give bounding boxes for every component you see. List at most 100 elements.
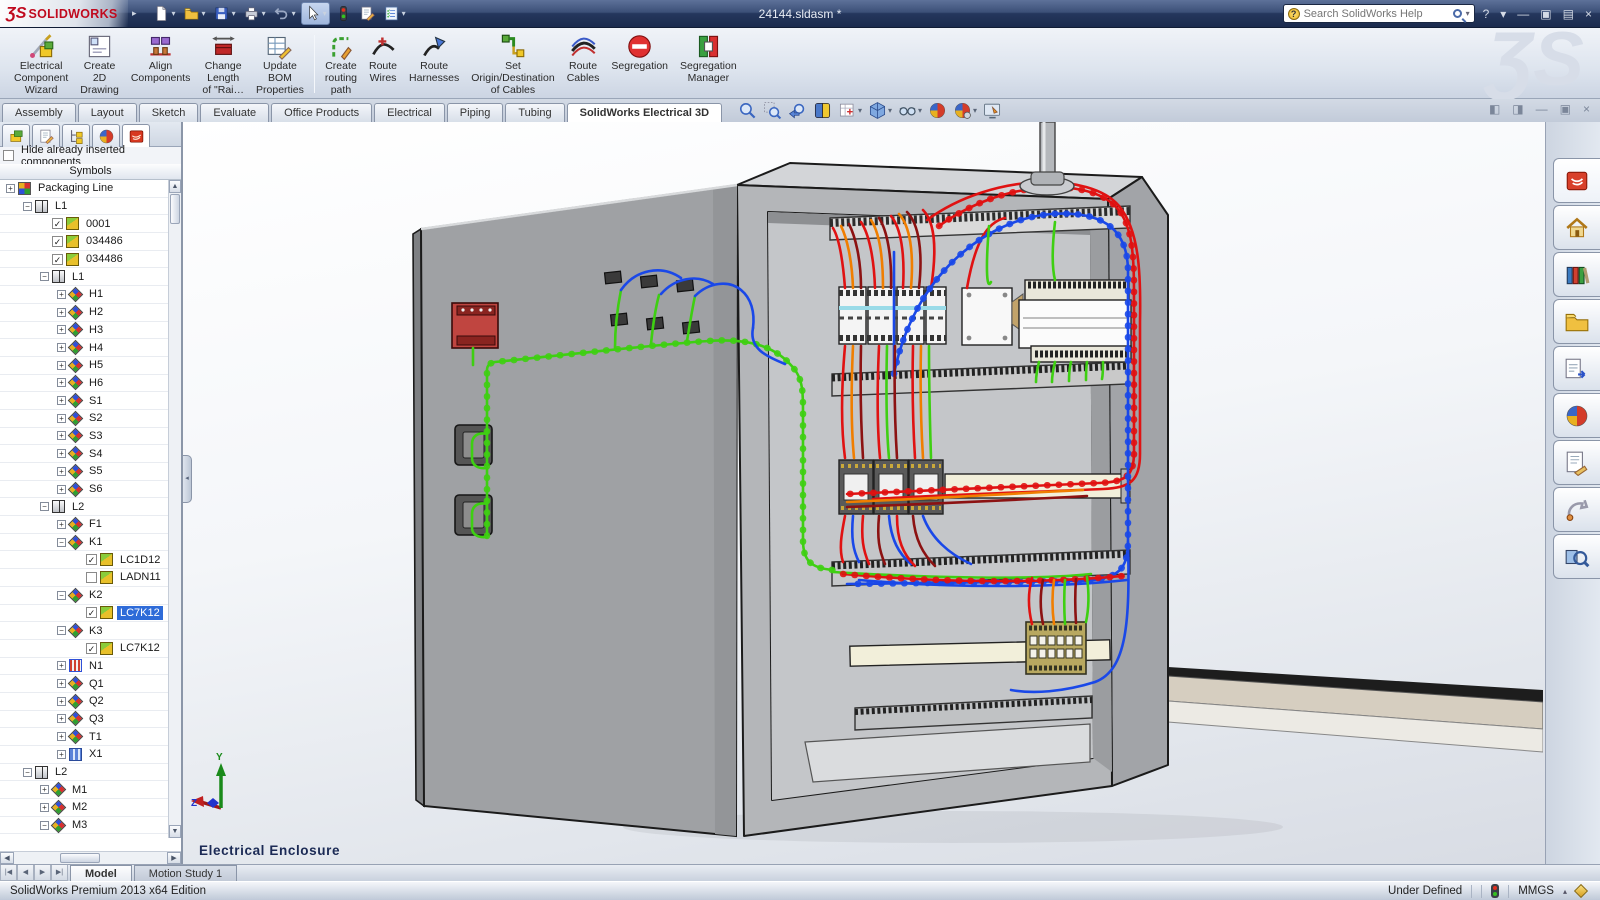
tree-label[interactable]: H5 [86, 358, 106, 372]
panel-splitter-handle[interactable]: ◂ [183, 455, 192, 503]
task-list-caret-icon[interactable]: ▾ [402, 9, 406, 18]
collapse-icon[interactable]: − [40, 502, 49, 511]
tree-checkbox[interactable]: ✓ [52, 254, 63, 265]
tree-item-lc7k12[interactable]: ✓LC7K12 [0, 605, 168, 623]
tree-item-0001[interactable]: ✓ 0001 [0, 215, 168, 233]
task-list-button[interactable]: ▾ [381, 3, 408, 24]
tree-label[interactable]: LC7K12 [117, 606, 163, 620]
tree-label[interactable]: N1 [86, 659, 106, 673]
tree-label[interactable]: M2 [69, 800, 90, 814]
tree-item-h6[interactable]: +H6 [0, 375, 168, 393]
tree-item-h5[interactable]: +H5 [0, 357, 168, 375]
tree-label[interactable]: K3 [86, 624, 105, 638]
expand-icon[interactable]: + [57, 325, 66, 334]
terminal-block[interactable] [1026, 622, 1086, 674]
tree-item-h2[interactable]: +H2 [0, 304, 168, 322]
expand-icon[interactable]: + [6, 184, 15, 193]
tree-label[interactable]: L1 [69, 270, 87, 284]
tree-label[interactable]: S5 [86, 464, 105, 478]
view-settings-caret-icon[interactable]: ▾ [973, 106, 977, 115]
taskpane-tab-electrical-manager[interactable] [1553, 487, 1600, 532]
zoom-to-fit-button[interactable] [737, 100, 758, 121]
tab-model[interactable]: Model [70, 865, 132, 881]
tree-item-l2[interactable]: −L2 [0, 498, 168, 516]
save-button[interactable]: ▾ [211, 3, 238, 24]
units-label[interactable]: MMGS [1518, 885, 1554, 897]
expand-icon[interactable]: + [57, 449, 66, 458]
undo-caret-icon[interactable]: ▾ [292, 9, 296, 18]
tree-label[interactable]: S3 [86, 429, 105, 443]
tree-checkbox[interactable]: ✓ [86, 554, 97, 565]
tree-checkbox[interactable]: ✓ [52, 218, 63, 229]
collapse-icon[interactable]: − [40, 272, 49, 281]
select-button[interactable]: ▾ [301, 2, 330, 25]
tree-item-packaging-line[interactable]: + Packaging Line [0, 180, 168, 198]
tree-item-l1[interactable]: − L1 [0, 268, 168, 286]
view-settings-button[interactable]: ▾ [952, 100, 978, 121]
pane-left-button[interactable]: ◧ [1489, 102, 1500, 116]
tree-label[interactable]: S2 [86, 411, 105, 425]
minimize-button[interactable]: — [1517, 7, 1529, 21]
tab-office-products[interactable]: Office Products [271, 103, 372, 122]
expand-icon[interactable]: + [40, 785, 49, 794]
new-document-button[interactable]: ▾ [151, 3, 178, 24]
update-bom-button[interactable]: Update BOM Properties [250, 30, 310, 98]
tree-label[interactable]: L2 [52, 765, 70, 779]
expand-icon[interactable]: + [57, 343, 66, 352]
close-button[interactable]: × [1585, 7, 1592, 21]
taskpane-tab-view-palette[interactable] [1553, 346, 1600, 391]
tree-label[interactable]: T1 [86, 730, 105, 744]
collapse-icon[interactable]: − [23, 768, 32, 777]
tree-item-s6[interactable]: +S6 [0, 481, 168, 499]
tree-label[interactable]: L1 [52, 199, 70, 213]
tree-item-034486[interactable]: ✓ 034486 [0, 251, 168, 269]
view-orientation-caret-icon[interactable]: ▾ [858, 106, 862, 115]
taskpane-tab-file-explorer[interactable] [1553, 299, 1600, 344]
electrical-component-wizard-button[interactable]: Electrical Component Wizard [8, 30, 74, 98]
tree-item-q3[interactable]: +Q3 [0, 711, 168, 729]
tree-item-k3[interactable]: −K3 [0, 622, 168, 640]
tab-nav-button-3[interactable]: ▶| [51, 865, 68, 881]
tree-horizontal-scrollbar[interactable]: ◀ ▶ [0, 851, 181, 864]
tab-motion-study-1[interactable]: Motion Study 1 [134, 865, 237, 881]
tree-label[interactable]: LC7K12 [117, 641, 163, 655]
circuit-breakers[interactable] [839, 287, 946, 344]
expand-icon[interactable]: + [57, 467, 66, 476]
display-style-button[interactable]: ▾ [867, 100, 893, 121]
3d-scene[interactable]: Y Z [183, 122, 1543, 864]
tree-item-f1[interactable]: +F1 [0, 516, 168, 534]
search-icon[interactable] [1453, 9, 1462, 18]
tree-label[interactable]: Packaging Line [35, 181, 116, 195]
tab-electrical[interactable]: Electrical [374, 103, 445, 122]
save-caret-icon[interactable]: ▾ [232, 9, 236, 18]
pane-right-button[interactable]: ◨ [1512, 102, 1523, 116]
undo-button[interactable]: ▾ [271, 3, 298, 24]
display-style-caret-icon[interactable]: ▾ [888, 106, 892, 115]
scroll-right-icon[interactable]: ▶ [167, 852, 181, 864]
tab-evaluate[interactable]: Evaluate [200, 103, 269, 122]
print-caret-icon[interactable]: ▾ [262, 9, 266, 18]
tree-label[interactable]: 034486 [83, 252, 126, 266]
tree-label[interactable]: 0001 [83, 217, 113, 231]
tree-item-q2[interactable]: +Q2 [0, 693, 168, 711]
tree-item-s4[interactable]: +S4 [0, 445, 168, 463]
expand-icon[interactable]: + [57, 697, 66, 706]
section-view-button[interactable] [812, 100, 833, 121]
help-caret-button[interactable]: ▾ [1500, 7, 1506, 21]
tree-item-034486[interactable]: ✓034486 [0, 233, 168, 251]
tab-layout[interactable]: Layout [78, 103, 137, 122]
tab-assembly[interactable]: Assembly [2, 103, 76, 122]
select-caret-icon[interactable]: ▾ [323, 9, 327, 18]
tree-item-h3[interactable]: +H3 [0, 322, 168, 340]
tree-item-k1[interactable]: −K1 [0, 534, 168, 552]
tab-piping[interactable]: Piping [447, 103, 504, 122]
taskpane-tab-home[interactable] [1553, 205, 1600, 250]
tree-item-l2[interactable]: − L2 [0, 764, 168, 782]
tree-item-lc7k12[interactable]: ✓LC7K12 [0, 640, 168, 658]
plc-module[interactable] [1019, 280, 1131, 362]
help-search-box[interactable]: ? ▾ [1283, 4, 1475, 23]
scroll-thumb[interactable] [170, 194, 180, 224]
tab-sketch[interactable]: Sketch [139, 103, 199, 122]
expand-icon[interactable]: + [57, 308, 66, 317]
previous-view-button[interactable] [787, 100, 808, 121]
